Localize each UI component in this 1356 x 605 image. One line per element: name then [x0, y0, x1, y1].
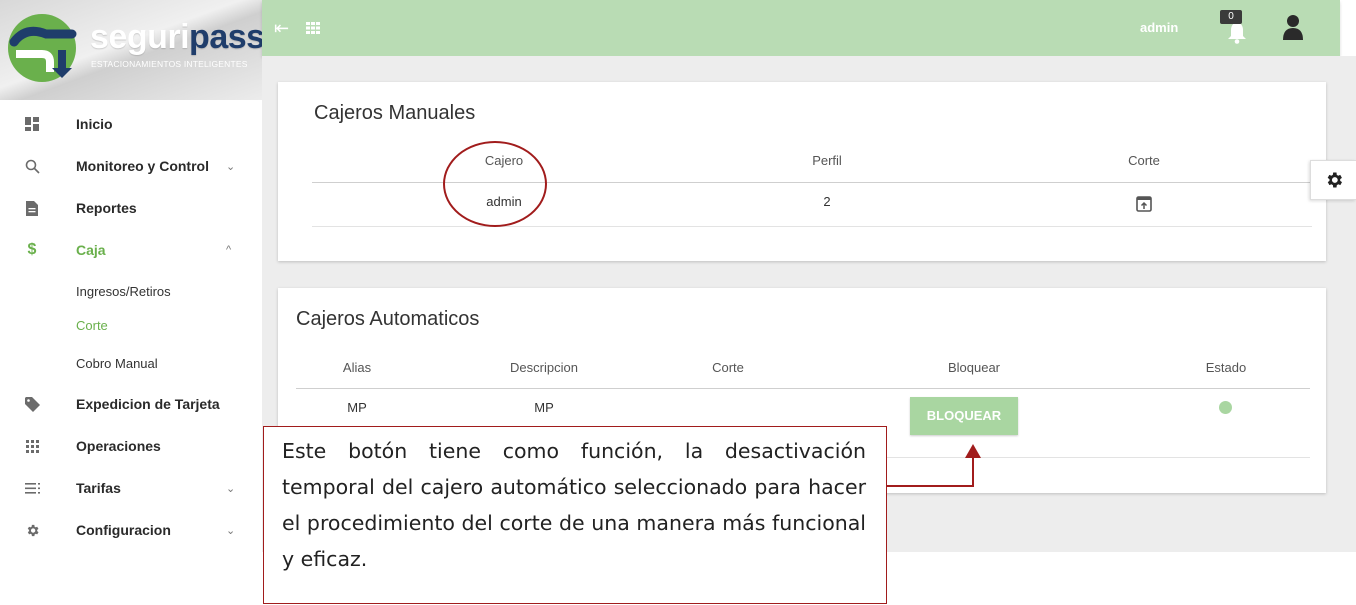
sidebar-item-label: Inicio: [76, 116, 113, 132]
open-in-new-icon[interactable]: [1136, 196, 1152, 212]
user-name[interactable]: admin: [1140, 20, 1178, 35]
annotation-connector-vertical: [972, 456, 974, 487]
annotation-connector-horizontal: [887, 485, 974, 487]
dashboard-icon: [24, 116, 40, 132]
sidebar-item-label: Expedicion de Tarjeta: [76, 396, 220, 412]
table-row-divider: [312, 226, 1312, 227]
brand-name: seguripass: [90, 18, 262, 56]
theme-settings-button[interactable]: [1310, 160, 1356, 200]
bloquear-button[interactable]: BLOQUEAR: [910, 397, 1018, 435]
cell-descripcion: MP: [534, 400, 554, 415]
chevron-down-icon: ⌄: [226, 482, 236, 495]
gear-icon: [24, 522, 40, 538]
table-header-divider: [296, 388, 1310, 389]
status-indicator: [1219, 401, 1232, 414]
sidebar-item-expedicion[interactable]: Expedicion de Tarjeta: [0, 384, 262, 424]
brand-logo[interactable]: seguripass ESTACIONAMIENTOS INTELIGENTES: [0, 0, 262, 100]
apps-grid-icon[interactable]: [306, 22, 320, 34]
sidebar: seguripass ESTACIONAMIENTOS INTELIGENTES…: [0, 0, 262, 605]
sidebar-item-label: Tarifas: [76, 480, 121, 496]
top-bar: ⇤ admin 0: [262, 0, 1340, 56]
column-header-perfil: Perfil: [812, 153, 842, 168]
card-title: Cajeros Manuales: [314, 102, 476, 124]
bell-icon: [1228, 22, 1246, 44]
sidebar-item-label: Caja: [76, 242, 106, 258]
column-header-corte: Corte: [712, 360, 744, 375]
sidebar-item-tarifas[interactable]: Tarifas ⌄: [0, 468, 262, 508]
apps-grid-icon: [24, 438, 40, 454]
sidebar-item-label: Monitoreo y Control: [76, 158, 209, 174]
column-header-corte: Corte: [1128, 153, 1160, 168]
collapse-sidebar-icon[interactable]: ⇤: [274, 18, 289, 39]
sidebar-subitem-corte[interactable]: Corte: [76, 318, 108, 333]
sidebar-item-label: Reportes: [76, 200, 137, 216]
tag-icon: [24, 396, 40, 412]
arrowhead-icon: [965, 444, 981, 458]
sidebar-item-inicio[interactable]: Inicio: [0, 104, 262, 144]
user-avatar-icon[interactable]: [1282, 14, 1304, 40]
notification-count-badge: 0: [1220, 10, 1242, 24]
chevron-up-icon: ^: [226, 244, 232, 256]
column-header-estado: Estado: [1205, 360, 1247, 375]
sidebar-item-operaciones[interactable]: Operaciones: [0, 426, 262, 466]
sidebar-item-reportes[interactable]: Reportes: [0, 188, 262, 228]
annotation-text: Este botón tiene como función, la desact…: [282, 439, 866, 571]
sidebar-item-label: Configuracion: [76, 522, 171, 538]
highlight-circle: [443, 141, 547, 227]
manual-cashiers-card: Cajeros Manuales Cajero Perfil Corte adm…: [278, 82, 1326, 261]
sidebar-item-monitoreo[interactable]: Monitoreo y Control ⌄: [0, 146, 262, 186]
sidebar-item-configuracion[interactable]: Configuracion ⌄: [0, 510, 262, 550]
gear-icon: [1327, 172, 1342, 188]
cell-alias: MP: [347, 400, 367, 415]
chevron-down-icon: ⌄: [226, 160, 236, 173]
column-header-descripcion: Descripcion: [510, 360, 578, 375]
sidebar-item-caja[interactable]: $ Caja ^: [0, 230, 262, 270]
sidebar-item-label: Operaciones: [76, 438, 161, 454]
sidebar-subitem-ingresos-retiros[interactable]: Ingresos/Retiros: [76, 284, 171, 299]
cell-perfil: 2: [823, 194, 831, 209]
chevron-down-icon: ⌄: [226, 524, 236, 537]
dollar-icon: $: [27, 241, 37, 258]
notifications-button[interactable]: 0: [1220, 10, 1250, 46]
seguripass-emblem-icon: [8, 14, 77, 82]
card-title: Cajeros Automaticos: [296, 308, 480, 330]
list-icon: [24, 480, 40, 496]
document-icon: [24, 200, 40, 216]
sidebar-subitem-cobro-manual[interactable]: Cobro Manual: [76, 356, 158, 371]
annotation-callout: Este botón tiene como función, la desact…: [263, 426, 887, 604]
brand-tagline: ESTACIONAMIENTOS INTELIGENTES: [91, 59, 248, 69]
column-header-alias: Alias: [342, 360, 372, 375]
search-icon: [24, 158, 40, 174]
column-header-bloquear: Bloquear: [947, 360, 1001, 375]
